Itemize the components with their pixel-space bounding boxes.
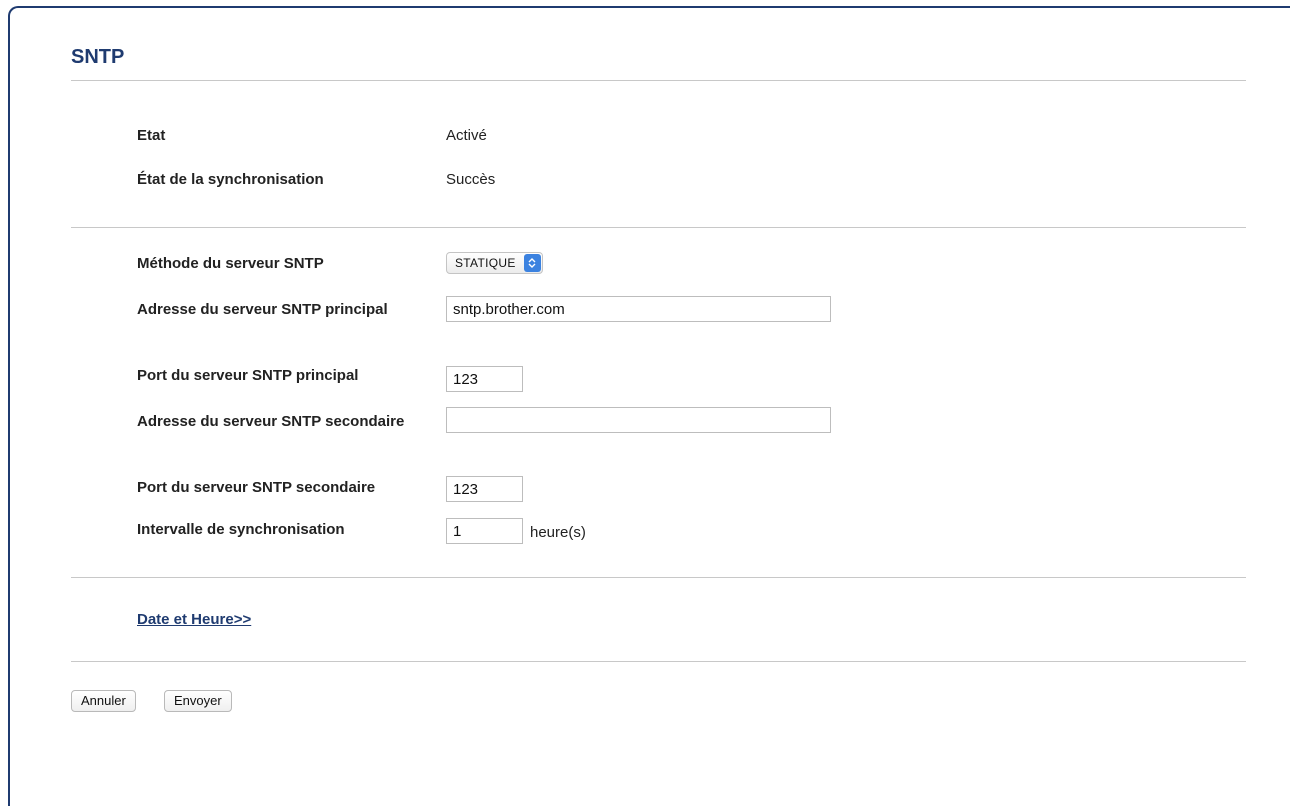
- secondary-address-input[interactable]: [446, 407, 831, 433]
- cancel-button[interactable]: Annuler: [71, 690, 136, 712]
- method-select-value: STATIQUE: [455, 256, 516, 270]
- sync-state-value: Succès: [446, 171, 496, 188]
- sync-state-label: État de la synchronisation: [137, 171, 324, 188]
- state-label: Etat: [137, 127, 166, 144]
- primary-address-input[interactable]: [446, 296, 831, 322]
- divider: [71, 577, 1246, 578]
- secondary-address-label: Adresse du serveur SNTP secondaire: [137, 413, 405, 430]
- primary-port-label: Port du serveur SNTP principal: [137, 367, 359, 384]
- primary-port-input[interactable]: [446, 366, 523, 392]
- state-value: Activé: [446, 127, 487, 144]
- divider: [71, 661, 1246, 662]
- divider: [71, 80, 1246, 81]
- interval-unit: heure(s): [530, 524, 586, 541]
- method-select[interactable]: STATIQUE: [446, 252, 543, 274]
- secondary-port-label: Port du serveur SNTP secondaire: [137, 479, 376, 496]
- divider: [71, 227, 1246, 228]
- submit-button[interactable]: Envoyer: [164, 690, 232, 712]
- method-label: Méthode du serveur SNTP: [137, 255, 324, 272]
- interval-label: Intervalle de synchronisation: [137, 521, 345, 538]
- chevron-up-down-icon: [523, 254, 541, 272]
- secondary-port-input[interactable]: [446, 476, 523, 502]
- page-title: SNTP: [71, 46, 125, 68]
- primary-address-label: Adresse du serveur SNTP principal: [137, 301, 388, 318]
- interval-input[interactable]: [446, 518, 523, 544]
- date-time-link[interactable]: Date et Heure>>: [137, 611, 251, 628]
